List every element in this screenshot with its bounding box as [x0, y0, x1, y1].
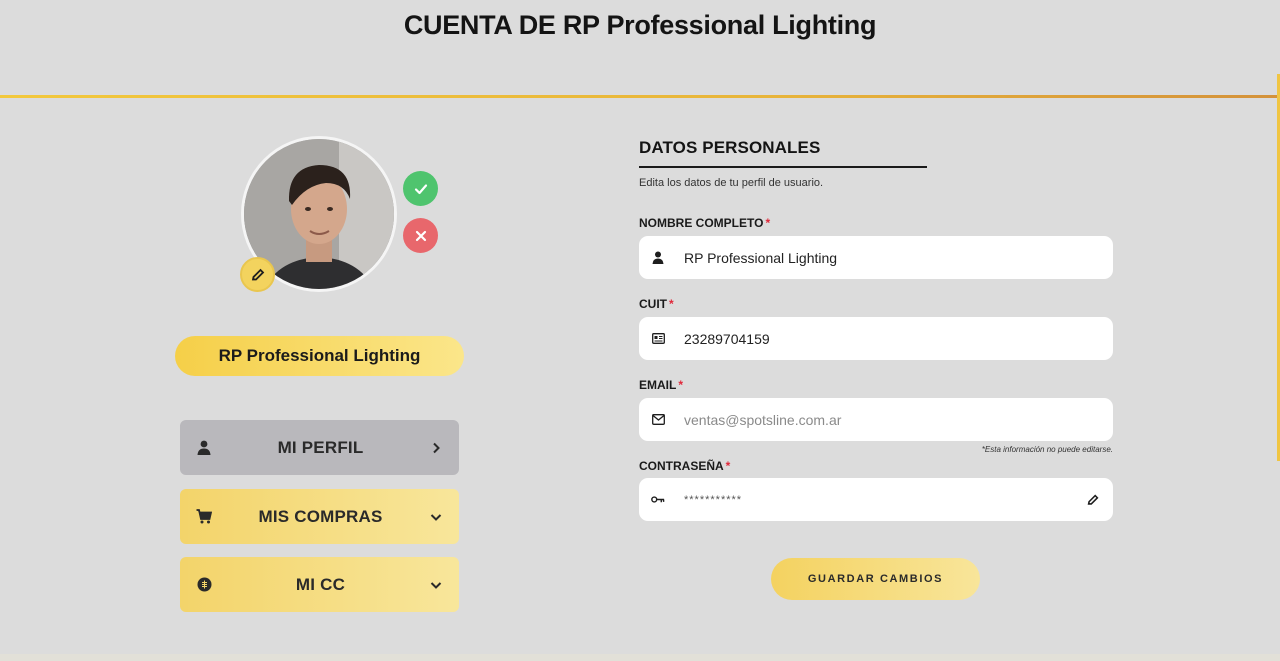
- cuit-input[interactable]: 23289704159: [684, 331, 1101, 347]
- cuit-field[interactable]: 23289704159: [639, 317, 1113, 360]
- chevron-down-icon: [429, 578, 443, 592]
- close-icon: [415, 230, 426, 241]
- cart-icon: [196, 509, 212, 525]
- user-icon: [196, 440, 212, 456]
- edit-avatar-button[interactable]: [240, 257, 275, 292]
- email-field[interactable]: ventas@spotsline.com.ar: [639, 398, 1113, 441]
- save-changes-button[interactable]: GUARDAR CAMBIOS: [771, 558, 980, 600]
- footer-band: [0, 654, 1280, 661]
- menu-item-mis-compras[interactable]: MIS COMPRAS: [180, 489, 459, 544]
- name-field[interactable]: RP Professional Lighting: [639, 236, 1113, 279]
- chevron-right-icon: [429, 441, 443, 455]
- key-icon: [651, 493, 665, 507]
- menu-item-label: MI PERFIL: [277, 437, 364, 457]
- confirm-avatar-button[interactable]: [403, 171, 438, 206]
- name-label: NOMBRE COMPLETO *: [639, 216, 771, 230]
- readonly-note: *Esta información no puede editarse.: [981, 445, 1113, 454]
- email-input[interactable]: ventas@spotsline.com.ar: [684, 412, 1101, 428]
- section-title: DATOS PERSONALES: [639, 138, 821, 157]
- user-icon: [651, 251, 665, 265]
- section-underline: [639, 166, 927, 168]
- menu-item-mi-perfil[interactable]: MI PERFIL: [180, 420, 459, 475]
- profile-name-badge: RP Professional Lighting: [175, 336, 464, 376]
- menu-item-label: MIS COMPRAS: [258, 506, 383, 526]
- chevron-down-icon: [429, 510, 443, 524]
- section-subtitle: Edita los datos de tu perfil de usuario.: [639, 177, 824, 189]
- menu-item-label: MI CC: [295, 574, 346, 594]
- pencil-icon: [1087, 494, 1099, 505]
- pencil-icon: [251, 268, 264, 280]
- id-card-icon: [651, 332, 665, 346]
- coin-icon: [196, 577, 212, 593]
- cancel-avatar-button[interactable]: [403, 218, 438, 253]
- check-icon: [414, 183, 427, 194]
- page-title: CUENTA DE RP Professional Lighting: [403, 10, 877, 40]
- name-input[interactable]: RP Professional Lighting: [684, 250, 1101, 266]
- header-divider: [0, 95, 1277, 98]
- cuit-label: CUIT *: [639, 297, 674, 311]
- email-label: EMAIL *: [639, 378, 684, 392]
- password-label: CONTRASEÑA *: [639, 459, 731, 473]
- mail-icon: [651, 413, 665, 427]
- edit-password-button[interactable]: [1085, 492, 1101, 508]
- menu-item-mi-cc[interactable]: MI CC: [180, 557, 459, 612]
- password-input[interactable]: ***********: [684, 494, 1085, 506]
- password-field[interactable]: ***********: [639, 478, 1113, 521]
